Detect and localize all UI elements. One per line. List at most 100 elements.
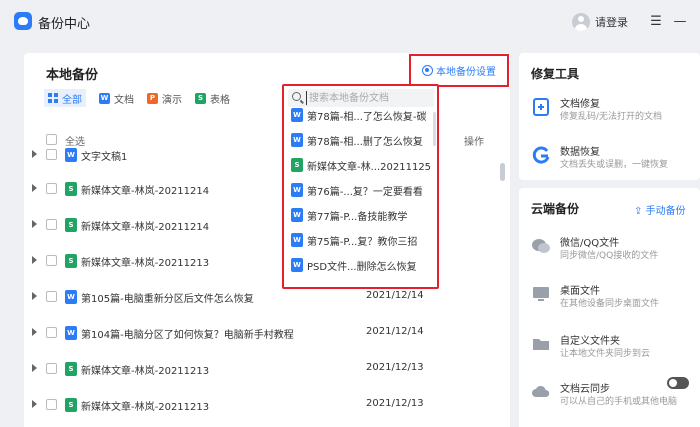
result-name: 新媒体文章-林...20211125 <box>307 162 432 173</box>
hamburger-icon[interactable]: ☰ <box>648 14 664 30</box>
list-item[interactable]: S 新媒体文章-林...20211125 <box>284 156 437 174</box>
search-input[interactable] <box>306 91 430 105</box>
word-icon: W <box>291 258 303 272</box>
tool-desc: 可以从自己的手机或其他电脑 <box>560 397 678 407</box>
file-date: 2021/12/13 <box>366 362 424 373</box>
tool-desc: 让本地文件夹同步到云 <box>560 349 651 359</box>
filter-tab-sheets[interactable]: S 表格 <box>195 89 230 107</box>
list-item[interactable]: W PSD文件...删除怎么恢复 <box>284 256 437 274</box>
word-icon: W <box>291 208 303 222</box>
doc-sync-toggle[interactable] <box>667 377 689 389</box>
search-icon <box>292 92 301 101</box>
expand-arrow-icon[interactable] <box>32 292 37 300</box>
expand-arrow-icon[interactable] <box>32 328 37 336</box>
word-icon: W <box>291 108 303 122</box>
data-recovery-icon <box>532 146 550 164</box>
word-icon: W <box>291 233 303 247</box>
result-name: 第75篇-P...复？教你三招 <box>307 237 418 248</box>
word-icon: W <box>99 92 110 104</box>
filter-label: 文档 <box>114 94 134 106</box>
local-backup-settings-button[interactable]: 本地备份设置 <box>409 54 509 87</box>
table-row[interactable]: W 第104篇-电脑分区了如何恢复？电脑新手村教程 2021/12/14 <box>24 323 494 343</box>
cloud-backup-title: 云端备份 <box>531 202 580 216</box>
app-title: 备份中心 <box>38 17 91 32</box>
expand-arrow-icon[interactable] <box>32 150 37 158</box>
tool-name: 文档云同步 <box>560 384 610 395</box>
file-date: 2021/12/14 <box>366 326 424 337</box>
word-icon: W <box>291 133 303 147</box>
row-checkbox[interactable] <box>46 291 57 302</box>
file-date: 2021/12/13 <box>366 398 424 409</box>
filter-tabs: 全部 W 文档 P 演示 S 表格 <box>44 89 243 107</box>
tool-name: 自定义文件夹 <box>560 336 620 347</box>
file-name: 新媒体文章-林岚-20211213 <box>81 258 210 269</box>
file-name: 新媒体文章-林岚-20211213 <box>81 402 210 413</box>
excel-icon: S <box>65 362 77 376</box>
expand-arrow-icon[interactable] <box>32 400 37 408</box>
tool-desc: 文档丢失或误删，一键恢复 <box>560 160 669 170</box>
grid-icon <box>48 93 58 103</box>
select-all-checkbox[interactable] <box>46 134 57 145</box>
expand-arrow-icon[interactable] <box>32 184 37 192</box>
row-checkbox[interactable] <box>46 255 57 266</box>
filter-label: 演示 <box>162 94 182 106</box>
tool-doc-repair[interactable]: 文档修复 修复乱码/无法打开的文档 <box>519 91 700 131</box>
expand-arrow-icon[interactable] <box>32 220 37 228</box>
dropdown-scrollbar[interactable] <box>433 112 436 146</box>
expand-arrow-icon[interactable] <box>32 256 37 264</box>
row-checkbox[interactable] <box>46 219 57 230</box>
word-icon: W <box>65 290 77 304</box>
repair-tools-panel: 修复工具 文档修复 修复乱码/无法打开的文档 数据恢复 文档丢失或误删，一键恢复 <box>519 53 700 180</box>
excel-icon: S <box>65 254 77 268</box>
list-item[interactable]: W 第78篇-相...删了怎么恢复 <box>284 131 437 149</box>
word-icon: W <box>65 148 77 162</box>
cloud-item-folder[interactable]: 自定义文件夹 让本地文件夹同步到云 <box>519 328 700 368</box>
excel-icon: S <box>65 218 77 232</box>
filter-tab-docs[interactable]: W 文档 <box>99 89 134 107</box>
tool-data-recovery[interactable]: 数据恢复 文档丢失或误删，一键恢复 <box>519 139 700 179</box>
manual-backup-button[interactable]: ⇪ 手动备份 <box>634 202 686 217</box>
tool-desc: 在其他设备同步桌面文件 <box>560 299 660 309</box>
filter-label: 全部 <box>62 94 82 106</box>
list-scrollbar[interactable] <box>500 163 505 181</box>
result-name: PSD文件...删除怎么恢复 <box>307 262 417 273</box>
list-item[interactable]: W 第76篇-...复？一定要看看 <box>284 181 437 199</box>
word-icon: W <box>65 326 77 340</box>
cloud-item-desktop[interactable]: 桌面文件 在其他设备同步桌面文件 <box>519 278 700 318</box>
row-checkbox[interactable] <box>46 183 57 194</box>
upload-icon: ⇪ <box>634 206 643 217</box>
filter-tab-slides[interactable]: P 演示 <box>147 89 182 107</box>
list-item[interactable]: W 第78篇-相...了怎么恢复-碳 <box>284 106 437 124</box>
title-bar: 备份中心 请登录 ☰ — <box>0 0 700 44</box>
row-checkbox[interactable] <box>46 399 57 410</box>
row-checkbox[interactable] <box>46 327 57 338</box>
result-name: 第77篇-P...备技能教学 <box>307 212 408 223</box>
tool-name: 文档修复 <box>560 99 600 110</box>
login-button[interactable]: 请登录 <box>572 12 628 32</box>
list-item[interactable]: W 第77篇-P...备技能教学 <box>284 206 437 224</box>
excel-icon: S <box>65 182 77 196</box>
app-logo-icon <box>14 12 32 30</box>
excel-icon: S <box>65 398 77 412</box>
table-row[interactable]: S 新媒体文章-林岚-20211213 2021/12/13 <box>24 395 494 415</box>
file-name: 文字文稿1 <box>81 152 128 163</box>
file-name: 第104篇-电脑分区了如何恢复？电脑新手村教程 <box>81 330 294 341</box>
row-checkbox[interactable] <box>46 149 57 160</box>
list-item[interactable]: W 第75篇-P...复？教你三招 <box>284 231 437 249</box>
table-row[interactable]: W 第105篇-电脑重新分区后文件怎么恢复 2021/12/14 <box>24 287 494 307</box>
minimize-icon[interactable]: — <box>672 14 688 30</box>
cloud-item-wechat[interactable]: 微信/QQ文件 同步微信/QQ接收的文件 <box>519 230 700 270</box>
result-name: 第78篇-相...了怎么恢复-碳 <box>307 112 427 123</box>
tool-name: 桌面文件 <box>560 286 600 297</box>
file-date: 2021/12/14 <box>366 290 424 301</box>
cloud-sync-icon <box>532 385 550 397</box>
expand-arrow-icon[interactable] <box>32 364 37 372</box>
row-checkbox[interactable] <box>46 363 57 374</box>
search-results: W 第78篇-相...了怎么恢复-碳 W 第78篇-相...删了怎么恢复 S 新… <box>284 86 437 287</box>
folder-icon <box>533 339 549 350</box>
result-name: 第78篇-相...删了怎么恢复 <box>307 137 423 148</box>
result-name: 第76篇-...复？一定要看看 <box>307 187 423 198</box>
filter-tab-all[interactable]: 全部 <box>44 89 86 107</box>
table-row[interactable]: S 新媒体文章-林岚-20211213 2021/12/13 <box>24 359 494 379</box>
search-dropdown: W 第78篇-相...了怎么恢复-碳 W 第78篇-相...删了怎么恢复 S 新… <box>282 84 439 289</box>
